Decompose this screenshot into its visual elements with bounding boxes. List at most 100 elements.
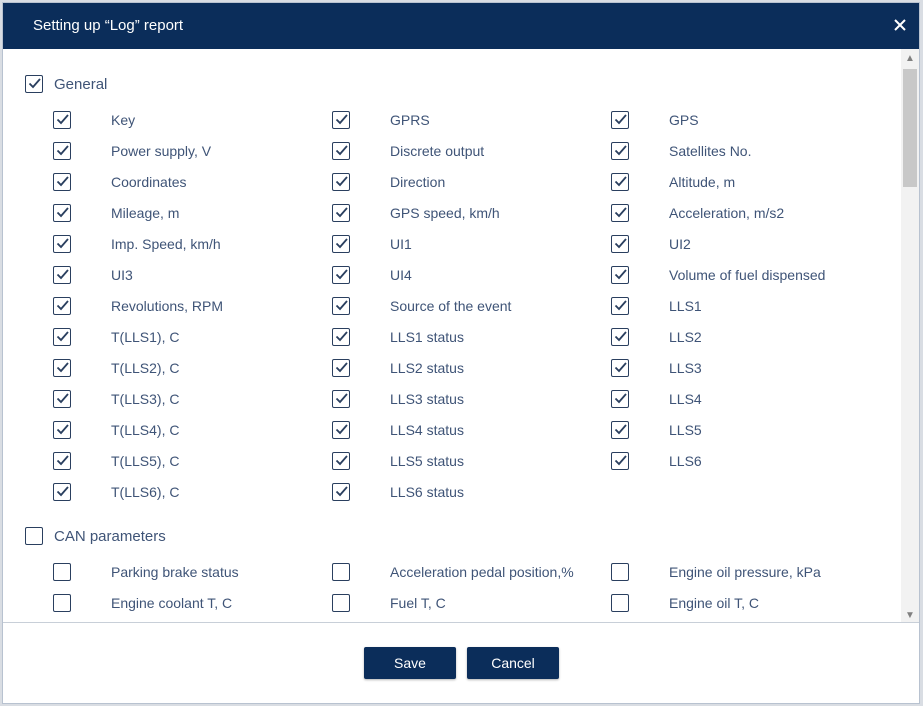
option-item[interactable]: Coordinates <box>53 172 187 192</box>
option-checkbox[interactable] <box>611 142 629 160</box>
option-item[interactable]: UI1 <box>332 234 412 254</box>
option-checkbox[interactable] <box>611 235 629 253</box>
option-item[interactable]: UI3 <box>53 265 133 285</box>
scroll-up-icon[interactable]: ▲ <box>905 53 915 64</box>
section-1[interactable]: CAN parameters <box>25 525 166 547</box>
save-button[interactable]: Save <box>364 647 456 679</box>
option-item[interactable]: Acceleration pedal position,% <box>332 562 574 582</box>
check-icon <box>335 207 348 218</box>
option-checkbox[interactable] <box>53 328 71 346</box>
option-item[interactable]: LLS1 status <box>332 327 464 347</box>
option-checkbox[interactable] <box>332 235 350 253</box>
option-checkbox[interactable] <box>53 297 71 315</box>
option-checkbox[interactable] <box>332 111 350 129</box>
option-item[interactable]: LLS3 <box>611 358 702 378</box>
option-item[interactable]: Acceleration, m/s2 <box>611 203 784 223</box>
option-item[interactable]: Power supply, V <box>53 141 211 161</box>
option-checkbox[interactable] <box>53 235 71 253</box>
option-item[interactable]: T(LLS2), C <box>53 358 179 378</box>
option-item[interactable]: Engine coolant T, C <box>53 593 232 613</box>
option-checkbox[interactable] <box>611 452 629 470</box>
option-item[interactable]: Direction <box>332 172 445 192</box>
option-item[interactable]: Altitude, m <box>611 172 735 192</box>
option-checkbox[interactable] <box>332 359 350 377</box>
option-item[interactable]: Satellites No. <box>611 141 751 161</box>
option-checkbox[interactable] <box>611 563 629 581</box>
option-checkbox[interactable] <box>332 142 350 160</box>
section-checkbox[interactable] <box>25 75 43 93</box>
option-item[interactable]: LLS5 status <box>332 451 464 471</box>
option-checkbox[interactable] <box>53 142 71 160</box>
option-item[interactable]: Fuel T, C <box>332 593 446 613</box>
option-checkbox[interactable] <box>332 483 350 501</box>
option-item[interactable]: LLS4 status <box>332 420 464 440</box>
option-checkbox[interactable] <box>611 111 629 129</box>
cancel-button[interactable]: Cancel <box>467 647 559 679</box>
vertical-scrollbar[interactable]: ▲ ▼ <box>901 49 919 625</box>
option-checkbox[interactable] <box>332 266 350 284</box>
option-checkbox[interactable] <box>611 328 629 346</box>
option-checkbox[interactable] <box>332 452 350 470</box>
option-item[interactable]: LLS6 status <box>332 482 464 502</box>
option-item[interactable]: T(LLS1), C <box>53 327 179 347</box>
option-checkbox[interactable] <box>332 390 350 408</box>
scrollbar-thumb[interactable] <box>903 69 917 187</box>
option-item[interactable]: T(LLS4), C <box>53 420 179 440</box>
option-item[interactable]: LLS5 <box>611 420 702 440</box>
option-item[interactable]: UI4 <box>332 265 412 285</box>
option-item[interactable]: Engine oil pressure, kPa <box>611 562 821 582</box>
option-item[interactable]: T(LLS3), C <box>53 389 179 409</box>
option-checkbox[interactable] <box>611 594 629 612</box>
option-checkbox[interactable] <box>332 563 350 581</box>
option-checkbox[interactable] <box>332 204 350 222</box>
option-checkbox[interactable] <box>53 483 71 501</box>
option-checkbox[interactable] <box>53 563 71 581</box>
option-checkbox[interactable] <box>611 421 629 439</box>
option-checkbox[interactable] <box>611 297 629 315</box>
option-checkbox[interactable] <box>611 204 629 222</box>
option-checkbox[interactable] <box>53 421 71 439</box>
option-checkbox[interactable] <box>611 359 629 377</box>
option-item[interactable]: LLS2 <box>611 327 702 347</box>
option-item[interactable]: Mileage, m <box>53 203 179 223</box>
option-item[interactable]: Engine oil T, C <box>611 593 759 613</box>
option-item[interactable]: Discrete output <box>332 141 484 161</box>
option-checkbox[interactable] <box>53 266 71 284</box>
option-item[interactable]: Imp. Speed, km/h <box>53 234 221 254</box>
option-checkbox[interactable] <box>611 266 629 284</box>
option-checkbox[interactable] <box>332 328 350 346</box>
option-checkbox[interactable] <box>53 594 71 612</box>
option-checkbox[interactable] <box>53 359 71 377</box>
option-checkbox[interactable] <box>332 297 350 315</box>
option-item[interactable]: Source of the event <box>332 296 511 316</box>
scroll-down-icon[interactable]: ▼ <box>905 610 915 621</box>
option-checkbox[interactable] <box>332 421 350 439</box>
option-checkbox[interactable] <box>611 390 629 408</box>
option-item[interactable]: GPS <box>611 110 699 130</box>
option-item[interactable]: UI2 <box>611 234 691 254</box>
option-item[interactable]: Parking brake status <box>53 562 239 582</box>
option-item[interactable]: Revolutions, RPM <box>53 296 223 316</box>
option-checkbox[interactable] <box>53 111 71 129</box>
option-checkbox[interactable] <box>53 452 71 470</box>
option-checkbox[interactable] <box>53 390 71 408</box>
option-item[interactable]: LLS2 status <box>332 358 464 378</box>
option-checkbox[interactable] <box>332 594 350 612</box>
option-checkbox[interactable] <box>53 204 71 222</box>
option-item[interactable]: LLS4 <box>611 389 702 409</box>
option-item[interactable]: T(LLS5), C <box>53 451 179 471</box>
option-item[interactable]: LLS1 <box>611 296 702 316</box>
option-item[interactable]: Volume of fuel dispensed <box>611 265 825 285</box>
option-item[interactable]: GPRS <box>332 110 430 130</box>
option-checkbox[interactable] <box>53 173 71 191</box>
section-checkbox[interactable] <box>25 527 43 545</box>
section-0[interactable]: General <box>25 73 107 95</box>
close-icon[interactable] <box>889 14 911 36</box>
option-item[interactable]: T(LLS6), C <box>53 482 179 502</box>
option-checkbox[interactable] <box>611 173 629 191</box>
option-item[interactable]: LLS3 status <box>332 389 464 409</box>
option-item[interactable]: Key <box>53 110 135 130</box>
option-item[interactable]: LLS6 <box>611 451 702 471</box>
option-item[interactable]: GPS speed, km/h <box>332 203 500 223</box>
option-checkbox[interactable] <box>332 173 350 191</box>
